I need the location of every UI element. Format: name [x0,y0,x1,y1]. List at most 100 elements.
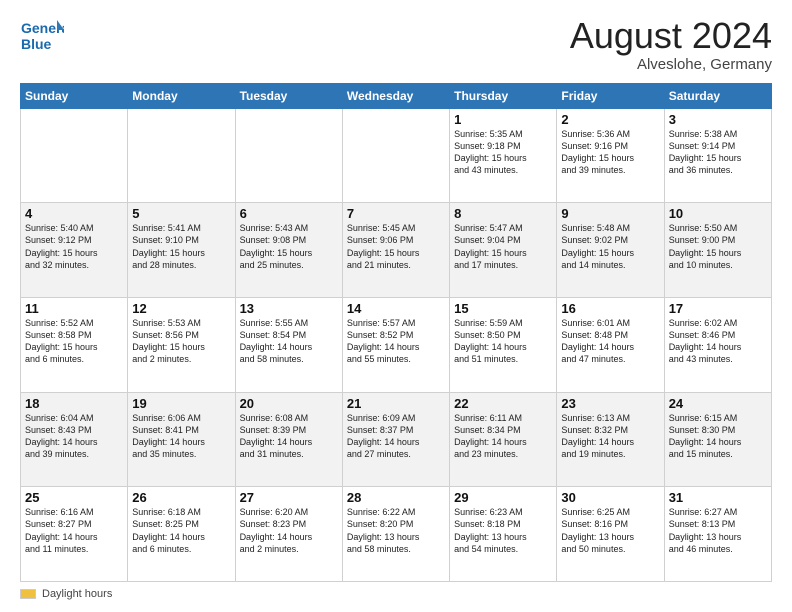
day-info: Sunrise: 6:06 AMSunset: 8:41 PMDaylight:… [132,412,230,461]
day-info: Sunrise: 5:47 AMSunset: 9:04 PMDaylight:… [454,222,552,271]
day-info: Sunrise: 5:53 AMSunset: 8:56 PMDaylight:… [132,317,230,366]
day-number: 29 [454,490,552,505]
col-header-tuesday: Tuesday [235,83,342,108]
day-number: 31 [669,490,767,505]
calendar-cell [342,108,449,203]
logo: General Blue [20,16,64,60]
day-number: 9 [561,206,659,221]
calendar-cell: 27Sunrise: 6:20 AMSunset: 8:23 PMDayligh… [235,487,342,582]
calendar-cell: 26Sunrise: 6:18 AMSunset: 8:25 PMDayligh… [128,487,235,582]
col-header-monday: Monday [128,83,235,108]
calendar-cell: 11Sunrise: 5:52 AMSunset: 8:58 PMDayligh… [21,297,128,392]
day-info: Sunrise: 5:35 AMSunset: 9:18 PMDaylight:… [454,128,552,177]
calendar-week-5: 25Sunrise: 6:16 AMSunset: 8:27 PMDayligh… [21,487,772,582]
calendar-cell: 29Sunrise: 6:23 AMSunset: 8:18 PMDayligh… [450,487,557,582]
title-block: August 2024 Alveslohe, Germany [570,16,772,73]
day-number: 4 [25,206,123,221]
calendar-cell: 6Sunrise: 5:43 AMSunset: 9:08 PMDaylight… [235,203,342,298]
day-info: Sunrise: 6:11 AMSunset: 8:34 PMDaylight:… [454,412,552,461]
calendar-cell: 2Sunrise: 5:36 AMSunset: 9:16 PMDaylight… [557,108,664,203]
day-info: Sunrise: 6:02 AMSunset: 8:46 PMDaylight:… [669,317,767,366]
day-number: 25 [25,490,123,505]
calendar-cell: 19Sunrise: 6:06 AMSunset: 8:41 PMDayligh… [128,392,235,487]
calendar-cell: 18Sunrise: 6:04 AMSunset: 8:43 PMDayligh… [21,392,128,487]
day-info: Sunrise: 6:09 AMSunset: 8:37 PMDaylight:… [347,412,445,461]
calendar-cell: 31Sunrise: 6:27 AMSunset: 8:13 PMDayligh… [664,487,771,582]
day-number: 18 [25,396,123,411]
calendar-cell: 15Sunrise: 5:59 AMSunset: 8:50 PMDayligh… [450,297,557,392]
month-title: August 2024 [570,16,772,56]
day-info: Sunrise: 5:43 AMSunset: 9:08 PMDaylight:… [240,222,338,271]
day-info: Sunrise: 6:08 AMSunset: 8:39 PMDaylight:… [240,412,338,461]
calendar-table: SundayMondayTuesdayWednesdayThursdayFrid… [20,83,772,582]
day-info: Sunrise: 5:45 AMSunset: 9:06 PMDaylight:… [347,222,445,271]
day-number: 7 [347,206,445,221]
day-number: 24 [669,396,767,411]
day-info: Sunrise: 5:55 AMSunset: 8:54 PMDaylight:… [240,317,338,366]
col-header-friday: Friday [557,83,664,108]
calendar-cell: 9Sunrise: 5:48 AMSunset: 9:02 PMDaylight… [557,203,664,298]
day-info: Sunrise: 6:16 AMSunset: 8:27 PMDaylight:… [25,506,123,555]
day-info: Sunrise: 5:38 AMSunset: 9:14 PMDaylight:… [669,128,767,177]
day-info: Sunrise: 6:20 AMSunset: 8:23 PMDaylight:… [240,506,338,555]
calendar-cell: 7Sunrise: 5:45 AMSunset: 9:06 PMDaylight… [342,203,449,298]
calendar-cell: 4Sunrise: 5:40 AMSunset: 9:12 PMDaylight… [21,203,128,298]
daylight-swatch [20,589,36,599]
col-header-wednesday: Wednesday [342,83,449,108]
daylight-label: Daylight hours [42,588,112,600]
day-info: Sunrise: 5:57 AMSunset: 8:52 PMDaylight:… [347,317,445,366]
day-number: 22 [454,396,552,411]
calendar-cell: 17Sunrise: 6:02 AMSunset: 8:46 PMDayligh… [664,297,771,392]
calendar: SundayMondayTuesdayWednesdayThursdayFrid… [20,83,772,582]
day-info: Sunrise: 6:15 AMSunset: 8:30 PMDaylight:… [669,412,767,461]
day-info: Sunrise: 5:36 AMSunset: 9:16 PMDaylight:… [561,128,659,177]
day-number: 11 [25,301,123,316]
calendar-cell: 10Sunrise: 5:50 AMSunset: 9:00 PMDayligh… [664,203,771,298]
calendar-week-1: 1Sunrise: 5:35 AMSunset: 9:18 PMDaylight… [21,108,772,203]
calendar-week-4: 18Sunrise: 6:04 AMSunset: 8:43 PMDayligh… [21,392,772,487]
calendar-cell: 8Sunrise: 5:47 AMSunset: 9:04 PMDaylight… [450,203,557,298]
calendar-cell: 24Sunrise: 6:15 AMSunset: 8:30 PMDayligh… [664,392,771,487]
calendar-cell: 14Sunrise: 5:57 AMSunset: 8:52 PMDayligh… [342,297,449,392]
day-number: 19 [132,396,230,411]
calendar-week-2: 4Sunrise: 5:40 AMSunset: 9:12 PMDaylight… [21,203,772,298]
day-number: 30 [561,490,659,505]
day-info: Sunrise: 5:40 AMSunset: 9:12 PMDaylight:… [25,222,123,271]
day-number: 15 [454,301,552,316]
day-number: 21 [347,396,445,411]
page: General Blue August 2024 Alveslohe, Germ… [0,0,792,612]
day-info: Sunrise: 6:04 AMSunset: 8:43 PMDaylight:… [25,412,123,461]
day-info: Sunrise: 5:59 AMSunset: 8:50 PMDaylight:… [454,317,552,366]
day-number: 26 [132,490,230,505]
calendar-header-row: SundayMondayTuesdayWednesdayThursdayFrid… [21,83,772,108]
calendar-cell: 22Sunrise: 6:11 AMSunset: 8:34 PMDayligh… [450,392,557,487]
day-number: 8 [454,206,552,221]
day-number: 13 [240,301,338,316]
day-info: Sunrise: 6:22 AMSunset: 8:20 PMDaylight:… [347,506,445,555]
logo-svg: General Blue [20,16,64,60]
day-info: Sunrise: 6:25 AMSunset: 8:16 PMDaylight:… [561,506,659,555]
day-info: Sunrise: 6:13 AMSunset: 8:32 PMDaylight:… [561,412,659,461]
calendar-cell [128,108,235,203]
day-number: 17 [669,301,767,316]
location-title: Alveslohe, Germany [570,56,772,73]
day-number: 3 [669,112,767,127]
day-number: 20 [240,396,338,411]
calendar-cell: 28Sunrise: 6:22 AMSunset: 8:20 PMDayligh… [342,487,449,582]
day-number: 12 [132,301,230,316]
calendar-week-3: 11Sunrise: 5:52 AMSunset: 8:58 PMDayligh… [21,297,772,392]
day-info: Sunrise: 5:50 AMSunset: 9:00 PMDaylight:… [669,222,767,271]
col-header-thursday: Thursday [450,83,557,108]
day-number: 5 [132,206,230,221]
col-header-sunday: Sunday [21,83,128,108]
day-info: Sunrise: 6:23 AMSunset: 8:18 PMDaylight:… [454,506,552,555]
calendar-cell [235,108,342,203]
day-info: Sunrise: 5:48 AMSunset: 9:02 PMDaylight:… [561,222,659,271]
day-number: 2 [561,112,659,127]
day-number: 6 [240,206,338,221]
calendar-cell: 5Sunrise: 5:41 AMSunset: 9:10 PMDaylight… [128,203,235,298]
day-info: Sunrise: 5:52 AMSunset: 8:58 PMDaylight:… [25,317,123,366]
calendar-cell: 30Sunrise: 6:25 AMSunset: 8:16 PMDayligh… [557,487,664,582]
day-info: Sunrise: 6:01 AMSunset: 8:48 PMDaylight:… [561,317,659,366]
day-number: 16 [561,301,659,316]
